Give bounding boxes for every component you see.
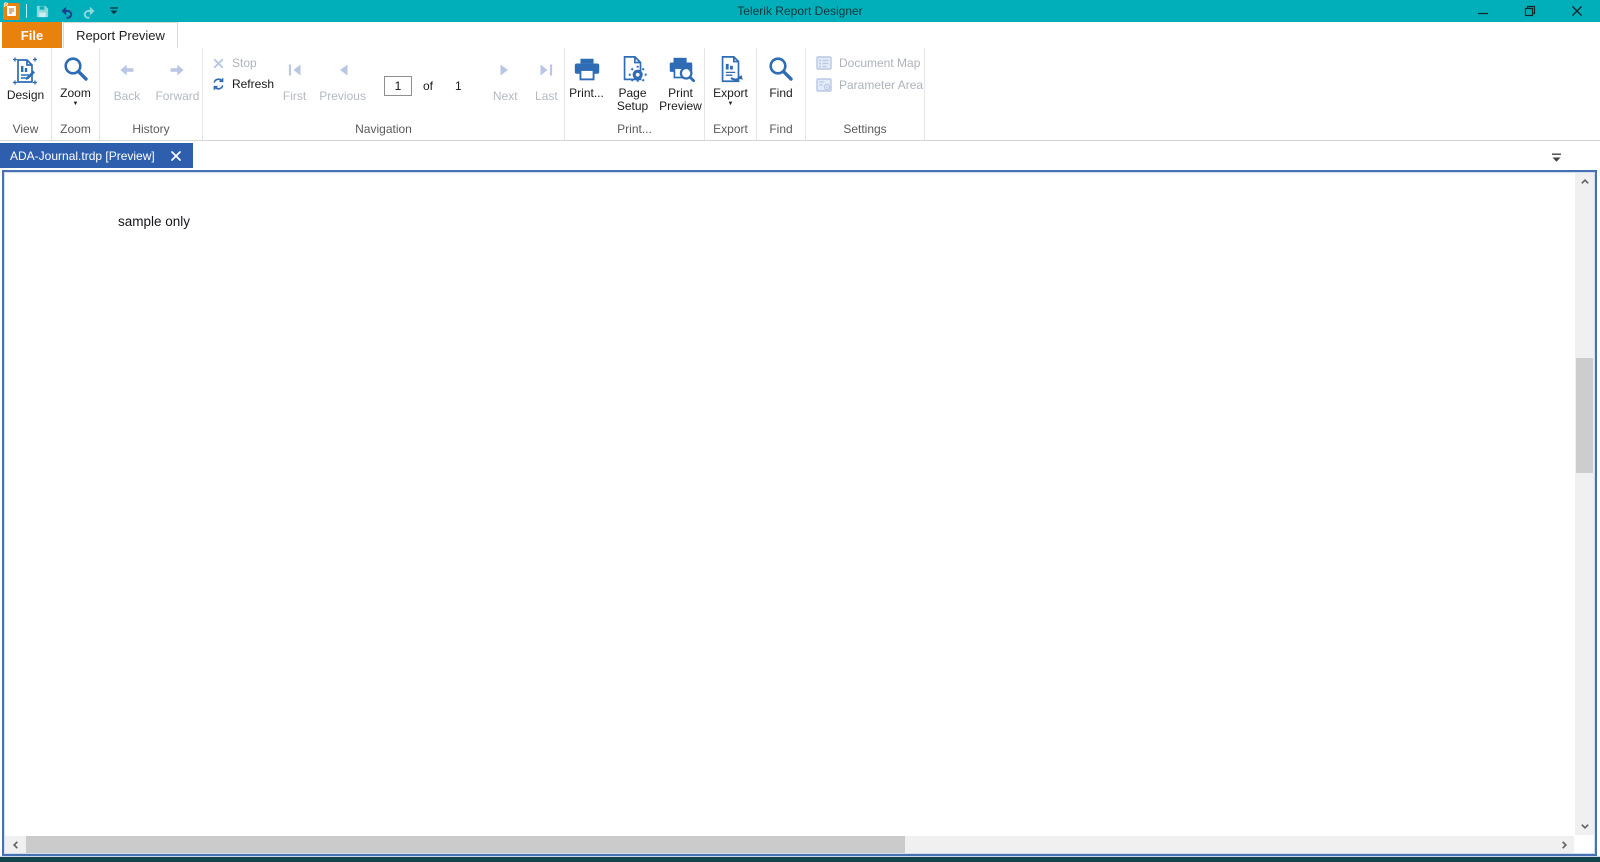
horizontal-scrollbar[interactable] bbox=[5, 836, 1574, 853]
first-page-button[interactable]: First bbox=[276, 48, 313, 103]
last-page-icon bbox=[540, 64, 553, 76]
print-icon bbox=[574, 58, 599, 81]
previous-page-button[interactable]: Previous bbox=[315, 48, 370, 103]
next-page-button[interactable]: Next bbox=[484, 48, 527, 103]
zoom-icon bbox=[63, 57, 88, 81]
undo-icon[interactable] bbox=[57, 2, 75, 20]
minimize-button[interactable] bbox=[1459, 0, 1506, 22]
restore-icon bbox=[1524, 5, 1535, 17]
page-setup-icon bbox=[623, 56, 647, 82]
group-label-view: View bbox=[12, 122, 39, 136]
page-number-input[interactable] bbox=[384, 76, 412, 96]
first-page-icon bbox=[288, 64, 301, 76]
scroll-right-button[interactable] bbox=[1554, 836, 1574, 853]
find-button[interactable]: Find bbox=[766, 48, 796, 100]
design-button[interactable]: Design bbox=[7, 48, 44, 102]
forward-icon bbox=[170, 64, 184, 76]
group-label-print: Print... bbox=[617, 122, 652, 136]
back-button[interactable]: Back bbox=[109, 48, 145, 103]
report-content-text: sample only bbox=[118, 214, 191, 229]
close-icon bbox=[1571, 6, 1582, 16]
stop-icon bbox=[213, 58, 224, 68]
group-label-find: Find bbox=[769, 122, 793, 136]
zoom-button[interactable]: Zoom ▼ bbox=[60, 48, 91, 107]
titlebar: R Telerik Report Designer bbox=[0, 0, 1600, 22]
minimize-icon bbox=[1477, 12, 1488, 15]
ribbon-group-history: Back Forward History bbox=[100, 48, 203, 140]
parameter-area-toggle[interactable]: Parameter Area bbox=[816, 78, 923, 92]
chevron-left-icon bbox=[12, 840, 18, 849]
export-dropdown-caret: ▼ bbox=[727, 101, 734, 107]
scroll-down-button[interactable] bbox=[1575, 818, 1594, 835]
page-setup-button[interactable]: Page Setup bbox=[612, 48, 654, 113]
document-tab-strip: ADA-Journal.trdp [Preview] bbox=[0, 141, 1600, 170]
group-label-history: History bbox=[132, 122, 170, 136]
window-bottom-border bbox=[0, 856, 1600, 862]
window-controls bbox=[1459, 0, 1600, 22]
find-icon bbox=[769, 57, 793, 81]
back-icon bbox=[120, 64, 134, 76]
ribbon-group-navigation: Stop Refresh First Previous 1 of 1 Next … bbox=[203, 48, 565, 140]
total-pages-label: 1 bbox=[455, 79, 462, 93]
export-button[interactable]: Export ▼ bbox=[713, 48, 748, 107]
close-button[interactable] bbox=[1553, 0, 1600, 22]
vertical-scrollbar-thumb[interactable] bbox=[1576, 358, 1593, 473]
chevron-up-icon bbox=[1580, 178, 1589, 184]
ribbon-group-print: Print... Page Setup Print Preview Print.… bbox=[565, 48, 705, 140]
previous-page-icon bbox=[339, 64, 348, 76]
horizontal-scrollbar-thumb[interactable] bbox=[26, 836, 905, 853]
forward-button[interactable]: Forward bbox=[153, 48, 202, 103]
export-icon bbox=[721, 56, 743, 83]
maximize-button[interactable] bbox=[1506, 0, 1553, 22]
tab-report-preview[interactable]: Report Preview bbox=[63, 22, 178, 48]
ribbon-tab-row: File Report Preview bbox=[0, 22, 1600, 48]
parameter-area-icon bbox=[816, 78, 832, 92]
next-page-icon bbox=[500, 64, 509, 76]
ribbon-group-export: Export ▼ Export bbox=[705, 48, 757, 140]
qat-customize-icon[interactable] bbox=[105, 2, 123, 20]
print-preview-icon bbox=[669, 57, 695, 83]
stop-button[interactable]: Stop bbox=[212, 56, 274, 70]
file-tab[interactable]: File bbox=[2, 22, 62, 48]
scroll-up-button[interactable] bbox=[1575, 173, 1594, 190]
zoom-dropdown-caret: ▼ bbox=[72, 101, 79, 107]
ribbon-group-view: Design View bbox=[0, 48, 52, 140]
chevron-down-icon bbox=[1580, 824, 1589, 830]
group-label-zoom: Zoom bbox=[60, 122, 91, 136]
ribbon-group-settings: Document Map Parameter Area Settings bbox=[806, 48, 925, 140]
refresh-icon bbox=[213, 78, 224, 90]
group-label-export: Export bbox=[713, 122, 748, 136]
document-map-toggle[interactable]: Document Map bbox=[816, 56, 920, 70]
print-preview-button[interactable]: Print Preview bbox=[658, 48, 704, 113]
quick-access-toolbar: R bbox=[0, 0, 123, 22]
document-tab-close-icon[interactable] bbox=[170, 150, 181, 161]
ribbon-group-find: Find Find bbox=[757, 48, 806, 140]
print-button[interactable]: Print... bbox=[566, 48, 608, 100]
window-title: Telerik Report Designer bbox=[737, 4, 863, 18]
scroll-left-button[interactable] bbox=[5, 836, 25, 853]
tab-list-dropdown-icon bbox=[1552, 153, 1561, 162]
save-icon[interactable] bbox=[33, 2, 51, 20]
report-preview-panel: sample only bbox=[2, 170, 1597, 856]
chevron-right-icon bbox=[1561, 840, 1567, 849]
tab-list-dropdown-button[interactable] bbox=[1551, 150, 1562, 168]
ribbon: Design View Zoom ▼ Zoom Back Forward His… bbox=[0, 48, 1600, 141]
app-window: R Telerik Report Designer File Report Pr… bbox=[0, 0, 1600, 862]
group-label-navigation: Navigation bbox=[355, 122, 412, 136]
app-icon[interactable]: R bbox=[3, 2, 20, 20]
document-tab-ada-journal[interactable]: ADA-Journal.trdp [Preview] bbox=[0, 143, 193, 168]
redo-icon[interactable] bbox=[81, 2, 99, 20]
document-map-icon bbox=[816, 56, 832, 70]
last-page-button[interactable]: Last bbox=[529, 48, 564, 103]
qat-separator bbox=[26, 4, 27, 18]
page-of-label: of bbox=[423, 79, 434, 93]
vertical-scrollbar[interactable] bbox=[1575, 173, 1594, 835]
ribbon-group-zoom: Zoom ▼ Zoom bbox=[52, 48, 100, 140]
refresh-button[interactable]: Refresh bbox=[212, 76, 274, 92]
document-tab-title: ADA-Journal.trdp [Preview] bbox=[10, 148, 155, 163]
group-label-settings: Settings bbox=[843, 122, 887, 136]
design-icon bbox=[13, 57, 38, 85]
